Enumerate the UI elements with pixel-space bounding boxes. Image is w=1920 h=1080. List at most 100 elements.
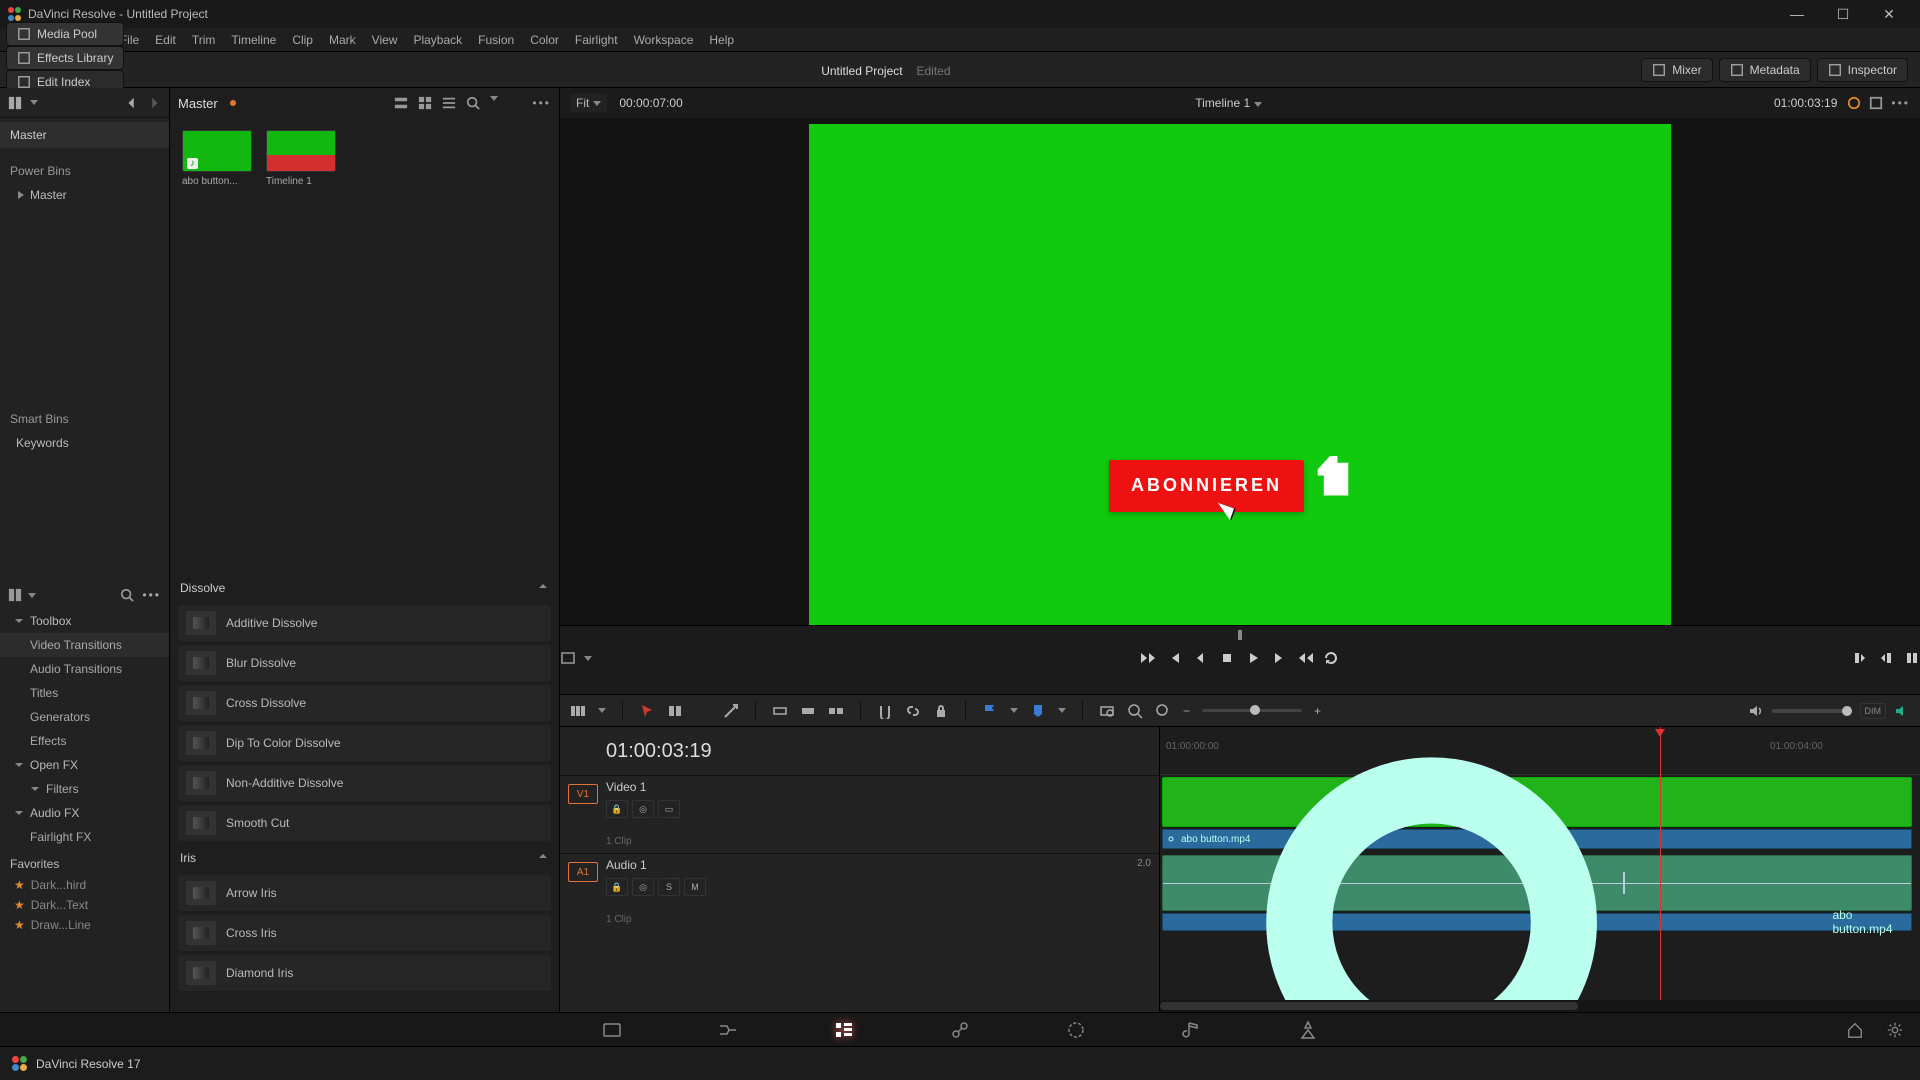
fx-cross-dissolve[interactable]: Cross Dissolve — [178, 685, 551, 721]
fx-blur-dissolve[interactable]: Blur Dissolve — [178, 645, 551, 681]
replace-icon[interactable] — [828, 703, 844, 719]
menu-edit[interactable]: Edit — [147, 33, 184, 47]
sort-icon[interactable] — [508, 96, 522, 110]
track-lock-icon[interactable]: 🔒 — [606, 878, 628, 896]
mixer-button[interactable]: Mixer — [1641, 58, 1712, 82]
menu-fairlight[interactable]: Fairlight — [567, 33, 626, 47]
page-fairlight[interactable] — [1179, 1018, 1205, 1042]
chevron-down-icon[interactable] — [1010, 708, 1018, 713]
fxcat-toolbox[interactable]: Toolbox — [0, 609, 169, 633]
detail-zoom-icon[interactable] — [1127, 703, 1143, 719]
search-icon[interactable] — [466, 96, 480, 110]
window-minimize-button[interactable]: — — [1774, 0, 1820, 28]
custom-zoom-icon[interactable] — [1155, 703, 1171, 719]
viewer-canvas[interactable]: ABONNIEREN — [809, 124, 1671, 628]
chevron-down-icon[interactable] — [598, 708, 606, 713]
link-icon[interactable] — [905, 703, 921, 719]
timeline-area[interactable]: 01:00:00:00 01:00:04:00 abo button.mp4 — [1160, 727, 1920, 1012]
smartbins-header[interactable]: Smart Bins — [0, 406, 169, 432]
trim-tool-icon[interactable] — [667, 703, 683, 719]
selection-tool[interactable] — [639, 703, 655, 719]
favorite-item[interactable]: ★Dark...Text — [0, 895, 169, 915]
view-grid-icon[interactable] — [418, 96, 432, 110]
track-solo-button[interactable]: S — [658, 878, 680, 896]
zoom-to-fit-icon[interactable] — [1099, 703, 1115, 719]
mute-icon[interactable] — [1894, 703, 1910, 719]
fx-more-icon[interactable]: ••• — [142, 588, 161, 602]
window-close-button[interactable]: ✕ — [1866, 0, 1912, 28]
zoom-plus[interactable]: + — [1314, 704, 1321, 718]
effects-library-button[interactable]: Effects Library — [6, 46, 124, 70]
fxcat-video-transitions[interactable]: Video Transitions — [0, 633, 169, 657]
clip-timeline-1[interactable]: Timeline 1 — [266, 130, 336, 187]
track-arm-icon[interactable]: ◎ — [632, 878, 654, 896]
menu-mark[interactable]: Mark — [321, 33, 364, 47]
fxgroup-dissolve[interactable]: Dissolve — [170, 575, 559, 601]
timeline-playhead[interactable] — [1660, 727, 1661, 1012]
chevron-down-icon[interactable] — [30, 100, 38, 105]
viewer-more-icon[interactable]: ••• — [1891, 96, 1910, 110]
home-icon[interactable] — [1846, 1021, 1864, 1039]
page-cut[interactable] — [715, 1018, 741, 1042]
menu-view[interactable]: View — [364, 33, 406, 47]
media-pool-button[interactable]: Media Pool — [6, 22, 124, 46]
pool-layout-icon[interactable] — [8, 96, 22, 110]
fx-layout-icon[interactable] — [8, 588, 22, 602]
fxcat-filters[interactable]: Filters — [0, 777, 169, 801]
view-thumb-icon[interactable] — [394, 96, 408, 110]
insert-icon[interactable] — [772, 703, 788, 719]
menu-playback[interactable]: Playback — [405, 33, 470, 47]
project-settings-icon[interactable] — [1886, 1021, 1904, 1039]
fxcat-effects[interactable]: Effects — [0, 729, 169, 753]
track-disable-icon[interactable]: ▭ — [658, 800, 680, 818]
menu-workspace[interactable]: Workspace — [626, 33, 702, 47]
snap-icon[interactable] — [877, 703, 893, 719]
search-icon[interactable] — [120, 588, 134, 602]
dynamic-trim-icon[interactable] — [695, 703, 711, 719]
dim-button[interactable]: DIM — [1860, 703, 1887, 719]
viewer-zoom-select[interactable]: Fit — [570, 94, 607, 112]
lock-icon[interactable] — [933, 703, 949, 719]
fxgroup-iris[interactable]: Iris — [170, 845, 559, 871]
zoom-slider[interactable] — [1202, 709, 1302, 712]
video-track-header[interactable]: V1 Video 1 🔒 ◎ ▭ 1 Clip — [560, 775, 1159, 853]
pool-breadcrumb[interactable]: Master — [178, 96, 218, 111]
overwrite-icon[interactable] — [800, 703, 816, 719]
volume-icon[interactable] — [1748, 703, 1764, 719]
fx-dip-to-color-dissolve[interactable]: Dip To Color Dissolve — [178, 725, 551, 761]
flag-icon[interactable] — [982, 703, 998, 719]
menu-timeline[interactable]: Timeline — [223, 33, 284, 47]
volume-slider[interactable] — [1772, 709, 1852, 713]
fxcat-open-fx[interactable]: Open FX — [0, 753, 169, 777]
powerbins-header[interactable]: Power Bins — [0, 158, 169, 184]
fxcat-audio-transitions[interactable]: Audio Transitions — [0, 657, 169, 681]
single-viewer-icon[interactable] — [1869, 96, 1883, 110]
fx-diamond-iris[interactable]: Diamond Iris — [178, 955, 551, 991]
chevron-down-icon[interactable] — [28, 593, 36, 598]
view-list-icon[interactable] — [442, 96, 456, 110]
fxcat-generators[interactable]: Generators — [0, 705, 169, 729]
audio-clip-label[interactable]: abo button.mp4 — [1162, 913, 1912, 931]
chevron-down-icon[interactable] — [1058, 708, 1066, 713]
blade-tool-icon[interactable] — [723, 703, 739, 719]
page-deliver[interactable] — [1295, 1018, 1321, 1042]
metadata-button[interactable]: Metadata — [1719, 58, 1811, 82]
fx-smooth-cut[interactable]: Smooth Cut — [178, 805, 551, 841]
timeline-scrollbar[interactable] — [1160, 1000, 1920, 1012]
viewer-timeline-name[interactable]: Timeline 1 — [1195, 96, 1250, 110]
track-lock-icon[interactable]: 🔒 — [606, 800, 628, 818]
fxcat-titles[interactable]: Titles — [0, 681, 169, 705]
menu-clip[interactable]: Clip — [284, 33, 321, 47]
menu-trim[interactable]: Trim — [184, 33, 224, 47]
page-fusion[interactable] — [947, 1018, 973, 1042]
track-mute-button[interactable]: M — [684, 878, 706, 896]
page-edit[interactable] — [831, 1018, 857, 1042]
nav-back-icon[interactable] — [125, 96, 139, 110]
timeline-view-icon[interactable] — [570, 703, 586, 719]
inspector-button[interactable]: Inspector — [1817, 58, 1908, 82]
bypass-fx-icon[interactable] — [1847, 96, 1861, 110]
fx-additive-dissolve[interactable]: Additive Dissolve — [178, 605, 551, 641]
fx-cross-iris[interactable]: Cross Iris — [178, 915, 551, 951]
fx-arrow-iris[interactable]: Arrow Iris — [178, 875, 551, 911]
page-color[interactable] — [1063, 1018, 1089, 1042]
